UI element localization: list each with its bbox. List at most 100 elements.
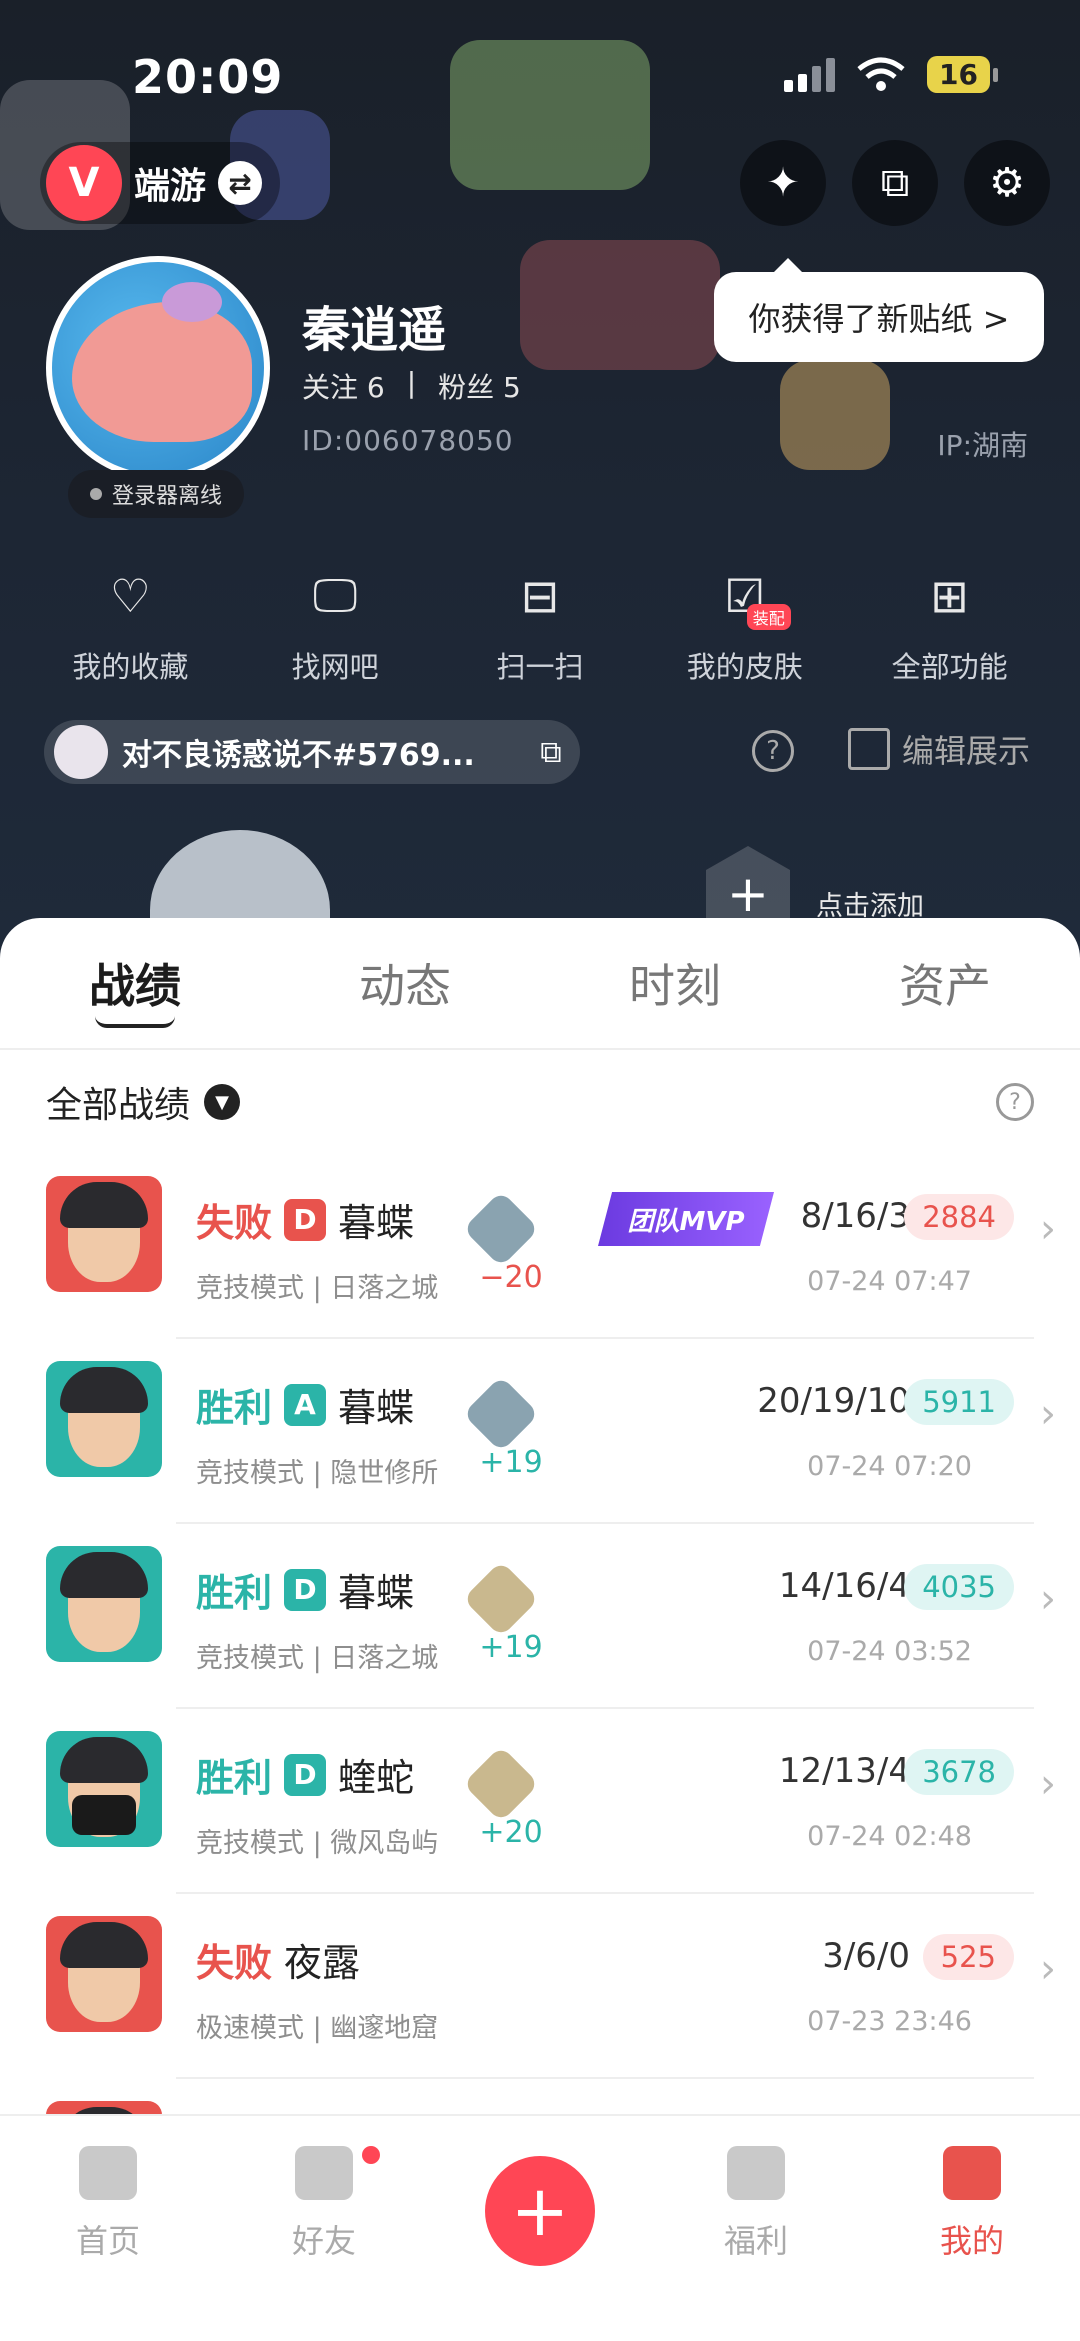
copy-icon[interactable]: ⧉ [532,735,570,770]
score-badge: 525 [922,1934,1014,1980]
launcher-offline-badge: 登录器离线 [68,470,245,518]
settings-icon[interactable]: ⚙ [964,140,1050,226]
rank-tier-icon [462,1190,540,1268]
match-result: 胜利 D 蝰蛇 [196,1747,414,1802]
match-mode: 竞技模式 | 日落之城 [196,1273,439,1304]
match-result: 失败 D 暮蝶 [196,1192,414,1247]
match-row[interactable]: 失败 夜露 极速模式 | 幽邃地窟 3/6/0 525 07-23 23:46 › [0,1894,1080,2079]
match-time: 07-24 03:52 [807,1636,972,1667]
rank-badge: A [284,1383,327,1426]
nav-label: 好友 [291,2222,356,2260]
sticker-icon[interactable]: ✦ [740,140,826,226]
heart-icon: ♡ [109,569,152,623]
app-name: 端游 [134,166,207,207]
tag-text: 对不良诱惑说不#5769... [122,738,475,773]
nav-welfare[interactable]: 福利 [648,2116,864,2341]
stats-divider: | [406,366,417,399]
kda: 8/16/3 [800,1196,910,1236]
nav-label: 首页 [75,2222,140,2260]
agent-hair [60,1182,148,1228]
match-row[interactable]: 胜利 D 蝰蛇 竞技模式 | 微风岛屿 +20 12/13/4 3678 07-24 0… [0,1709,1080,1894]
profile-icon [943,2146,1001,2200]
agent-portrait [46,1731,162,1847]
edit-label: 编辑展示 [901,732,1030,770]
app-switcher[interactable]: V 端游 ⇄ [40,142,281,224]
edit-display-button[interactable]: 编辑展示 [847,726,1030,772]
rank-delta: −20 [479,1260,543,1295]
rank-delta: +19 [479,1445,543,1480]
match-list: 失败 D 暮蝶 竞技模式 | 日落之城 −20 团队MVP 8/16/3 2884 07-… [0,1154,1080,2264]
rank-delta: +20 [479,1815,543,1850]
status-icons: 16 [784,56,998,93]
feature-scan[interactable]: ⊟ 扫一扫 [440,566,640,686]
scan-icon: ⊟ [520,569,560,623]
outcome-text: 胜利 [196,1756,273,1800]
offline-dot-icon [90,488,102,500]
fans-count[interactable]: 粉丝 5 [438,366,521,406]
nav-label: 福利 [723,2222,788,2260]
score-badge: 5911 [904,1379,1014,1425]
agent-name: 蝰蛇 [338,1756,415,1800]
feature-favorites[interactable]: ♡ 我的收藏 [30,566,230,686]
help-icon[interactable]: ? [996,1083,1034,1121]
tab-assets[interactable]: 资产 [810,918,1080,1048]
chevron-right-icon: › [1040,1761,1056,1807]
new-sticker-tooltip[interactable]: 你获得了新贴纸 > [714,258,1044,362]
kda: 12/13/4 [778,1751,910,1791]
filter-label: 全部战绩 [46,1085,191,1126]
feature-all[interactable]: ⊞ 全部功能 [850,566,1050,686]
offline-text: 登录器离线 [112,484,223,509]
records-filter-dropdown[interactable]: 全部战绩 ▼ [46,1076,241,1128]
kda: 3/6/0 [822,1936,910,1976]
tab-records[interactable]: 战绩 [0,918,270,1048]
match-row[interactable]: 胜利 A 暮蝶 竞技模式 | 隐世修所 +19 20/19/10 5911 07-24 … [0,1339,1080,1524]
edit-icon [847,728,890,770]
profile-header: 20:09 16 V 端游 ⇄ ✦ ⧉ ⚙ 你获得了新贴纸 > 登录器离线 秦逍… [0,0,1080,960]
match-time: 07-23 23:46 [807,2006,972,2037]
rank-badge: D [284,1198,327,1241]
chevron-right-icon: › [1040,1576,1056,1622]
chevron-down-icon: ▼ [204,1084,241,1120]
agent-portrait [46,1361,162,1477]
plus-icon: + [485,2156,595,2266]
feature-label: 找网吧 [291,650,379,684]
nav-create[interactable]: + [432,2116,648,2341]
outcome-text: 失败 [196,1941,273,1985]
avatar-image [72,282,252,442]
signal-icon [784,57,836,92]
feature-internet-cafe[interactable]: 🖵 找网吧 [235,566,435,686]
help-icon[interactable]: ? [752,730,794,772]
nav-friends[interactable]: 好友 [216,2116,432,2341]
swap-icon: ⇄ [218,161,263,205]
gift-icon [727,2146,785,2200]
feature-label: 全部功能 [891,650,1008,684]
match-row[interactable]: 失败 D 暮蝶 竞技模式 | 日落之城 −20 团队MVP 8/16/3 2884 07-… [0,1154,1080,1339]
score-badge: 3678 [904,1749,1014,1795]
outcome-text: 胜利 [196,1571,273,1615]
tag-avatar [54,725,108,779]
top-actions: ✦ ⧉ ⚙ [740,140,1050,226]
match-row[interactable]: 胜利 D 暮蝶 竞技模式 | 日落之城 +19 14/16/4 4035 07-24 0… [0,1524,1080,1709]
agent-hair [60,1922,148,1968]
agent-portrait [46,1546,162,1662]
feature-row: ♡ 我的收藏 🖵 找网吧 ⊟ 扫一扫 ☑ 装配 我的皮肤 ⊞ 全部功能 [0,566,1080,686]
agent-portrait [46,1916,162,2032]
tab-feed[interactable]: 动态 [270,918,540,1048]
rank-tier-icon [462,1745,540,1823]
player-tag[interactable]: 对不良诱惑说不#5769... ⧉ [44,720,580,784]
rank-delta: +19 [479,1630,543,1665]
agent-portrait [46,1176,162,1292]
nav-mine[interactable]: 我的 [864,2116,1080,2341]
agent-name: 暮蝶 [338,1201,415,1245]
agent-name: 暮蝶 [338,1571,415,1615]
tab-moments[interactable]: 时刻 [540,918,810,1048]
nav-home[interactable]: 首页 [0,2116,216,2341]
share-icon[interactable]: ⧉ [852,140,938,226]
sticker-decoration [450,40,650,190]
grid-icon: ⊞ [930,569,969,623]
avatar[interactable] [46,256,270,480]
feature-skins[interactable]: ☑ 装配 我的皮肤 [645,566,845,686]
match-time: 07-24 07:47 [807,1266,972,1297]
match-result: 胜利 D 暮蝶 [196,1562,414,1617]
following-count[interactable]: 关注 6 [302,366,385,406]
